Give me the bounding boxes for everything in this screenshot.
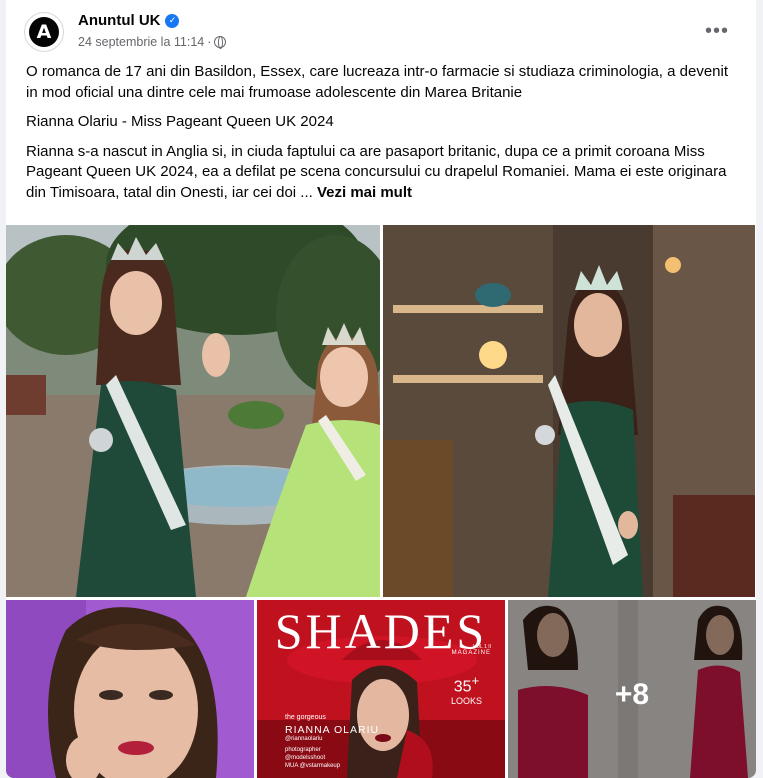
avatar[interactable]: A [24,12,64,52]
meta-separator: · [207,35,212,49]
post-photo-2[interactable] [383,225,755,597]
post-timestamp[interactable]: 24 septembrie la 11:14 [78,35,204,49]
magazine-gorgeous: the gorgeous [285,714,326,721]
photographer-label: photographer [285,747,321,753]
magazine-handle: @riannaolariu [285,736,323,742]
see-more-link[interactable]: Vezi mai mult [317,184,412,201]
post-photo-5[interactable]: +8 [508,600,756,778]
post-paragraph: Rianna s-a nascut in Anglia si, in ciuda… [26,142,736,204]
post-photo-4-magazine-cover[interactable]: SHADES VOL 1 II MAGAZINE 35+ LOOKS the g… [257,600,505,778]
post-paragraph: Rianna Olariu - Miss Pageant Queen UK 20… [26,113,334,130]
post-meta: 24 septembrie la 11:14 · [78,35,227,49]
more-photos-count: +8 [614,678,650,711]
avatar-logo: A [29,17,59,47]
looks-label: LOOKS [451,696,483,707]
photographer-handle: @modelsshoot [285,755,326,761]
looks-count: 35 [453,678,472,696]
post-paragraph: O romanca de 17 ani din Basildon, Essex,… [26,63,729,101]
verified-badge-icon: ✓ [165,13,180,28]
page-name-label[interactable]: Anuntul UK [78,12,160,29]
post-card: A Anuntul UK ✓ 24 septembrie la 11:14 · … [6,0,756,778]
looks-plus: + [471,673,480,688]
more-options-button[interactable]: ••• [702,16,732,46]
photo-garden-image [6,225,380,597]
magazine-looks: 35+ LOOKS [451,674,482,708]
page-name[interactable]: Anuntul UK ✓ [78,12,180,29]
mua-credit: MUA @vstarmakeup [285,763,341,769]
post-text: O romanca de 17 ani din Basildon, Essex,… [26,62,736,212]
post-header: A Anuntul UK ✓ 24 septembrie la 11:14 · … [20,10,742,54]
magazine-subtitle: MAGAZINE [451,650,491,656]
magazine-credits: photographer @modelsshoot MUA @vstarmake… [285,746,340,770]
post-photo-3[interactable] [6,600,254,778]
magazine-cover-name: RIANNA OLARIU [285,724,380,736]
post-photo-1[interactable] [6,225,380,597]
more-photos-overlay[interactable]: +8 [508,600,756,778]
photo-portrait-image [6,600,254,778]
photo-indoor-image [383,225,755,597]
globe-icon [214,36,227,49]
